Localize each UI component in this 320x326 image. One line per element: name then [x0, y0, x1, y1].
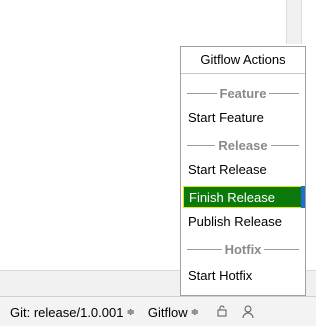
separator-line — [269, 92, 299, 94]
menu-item-finish-release[interactable]: Finish Release — [183, 186, 305, 208]
vertical-scrollbar[interactable] — [286, 0, 302, 44]
gitflow-widget[interactable]: Gitflow ≑ — [148, 305, 199, 320]
menu-item-label: Finish Release — [189, 190, 275, 205]
git-branch-label: Git: release/1.0.001 — [10, 304, 124, 320]
chevron-updown-icon: ≑ — [126, 306, 135, 318]
separator-line — [264, 248, 299, 250]
gitflow-actions-menu: Gitflow Actions Feature Start Feature Re… — [180, 46, 306, 296]
separator-line — [187, 248, 222, 250]
separator-line — [187, 144, 216, 146]
menu-item-start-feature[interactable]: Start Feature — [183, 107, 303, 129]
separator-line — [187, 92, 217, 94]
status-bar: Git: release/1.0.001 ≑ Gitflow ≑ — [0, 296, 316, 326]
section-label: Release — [218, 137, 268, 153]
menu-item-start-release[interactable]: Start Release — [183, 159, 303, 181]
menu-item-start-hotfix[interactable]: Start Hotfix — [183, 265, 303, 287]
chevron-updown-icon: ≑ — [190, 306, 199, 318]
user-widget[interactable] — [241, 305, 255, 319]
lock-icon — [215, 305, 229, 319]
separator-line — [270, 144, 299, 146]
section-header-hotfix: Hotfix — [187, 239, 299, 259]
menu-title: Gitflow Actions — [181, 47, 305, 74]
section-header-release: Release — [187, 135, 299, 155]
section-label: Feature — [219, 85, 267, 101]
section-label: Hotfix — [224, 241, 262, 257]
menu-item-publish-release[interactable]: Publish Release — [183, 211, 303, 233]
lock-toggle[interactable] — [215, 305, 229, 319]
section-header-feature: Feature — [187, 83, 299, 103]
ide-window: Gitflow Actions Feature Start Feature Re… — [0, 0, 316, 326]
git-branch-widget[interactable]: Git: release/1.0.001 ≑ — [10, 305, 135, 320]
selection-accent — [301, 186, 305, 208]
gitflow-label: Gitflow — [147, 304, 188, 320]
user-icon — [241, 305, 255, 319]
